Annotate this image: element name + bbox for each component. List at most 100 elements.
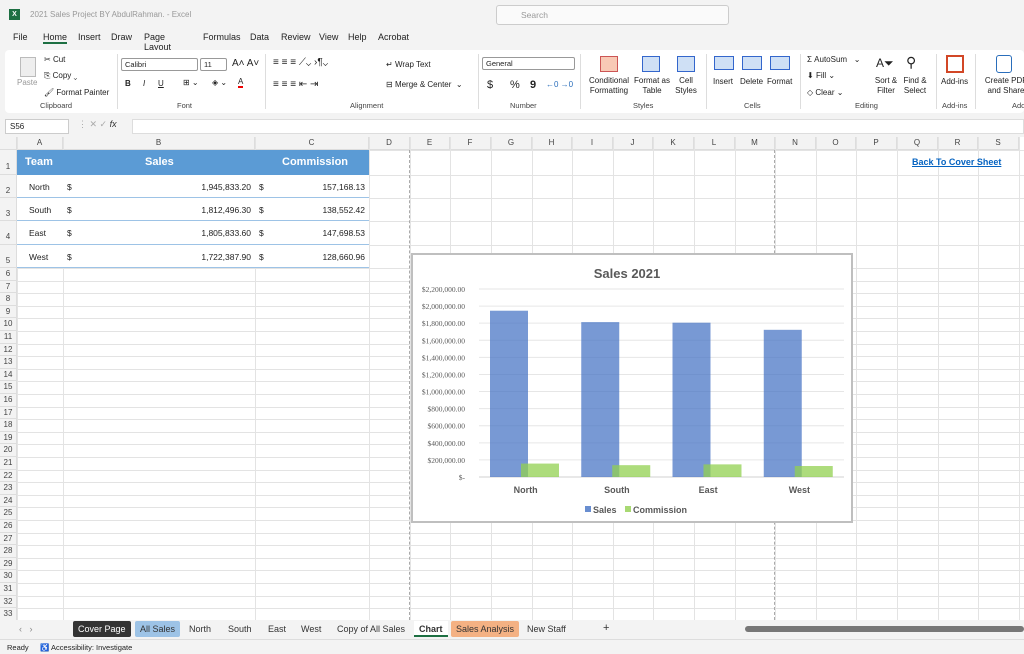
fill-button[interactable]: ⬇ Fill ⌄	[807, 71, 835, 80]
row-header-30[interactable]: 30	[0, 570, 17, 583]
column-header-M[interactable]: M	[735, 137, 775, 150]
sales-currency[interactable]: $	[67, 252, 72, 262]
row-header-12[interactable]: 12	[0, 343, 17, 357]
formula-input[interactable]	[132, 119, 1024, 134]
delete-button[interactable]: Delete	[740, 77, 763, 86]
row-header-22[interactable]: 22	[0, 469, 17, 483]
row-header-17[interactable]: 17	[0, 406, 17, 420]
horizontal-scrollbar[interactable]	[745, 626, 1024, 632]
column-header-I[interactable]: I	[572, 137, 613, 150]
column-header-Q[interactable]: Q	[897, 137, 938, 150]
autosum-button[interactable]: Σ AutoSum ⌄	[807, 55, 860, 64]
menu-home[interactable]: Home	[43, 32, 68, 44]
select-all-corner[interactable]	[0, 137, 17, 150]
add-sheet-button[interactable]: +	[598, 619, 614, 635]
sheet-tab-east[interactable]: East	[263, 621, 291, 637]
font-name-select[interactable]: Calibri	[121, 58, 198, 71]
wrap-text-button[interactable]: ↵ Wrap Text	[386, 60, 431, 69]
search-input[interactable]: Search	[496, 5, 729, 25]
row-header-26[interactable]: 26	[0, 520, 17, 533]
addins-button[interactable]: Add-ins	[941, 77, 968, 86]
row-header-24[interactable]: 24	[0, 494, 17, 508]
menu-review[interactable]: Review	[281, 32, 311, 42]
row-header-23[interactable]: 23	[0, 482, 17, 495]
sheet-tab-new-staff[interactable]: New Staff	[522, 621, 571, 637]
decimal-buttons[interactable]: ←0 →0	[546, 80, 573, 89]
sheet-tab-sales-analysis[interactable]: Sales Analysis	[451, 621, 520, 637]
commission-currency[interactable]: $	[259, 228, 264, 238]
menu-acrobat[interactable]: Acrobat	[378, 32, 409, 42]
column-header-P[interactable]: P	[856, 137, 897, 150]
column-header-E[interactable]: E	[410, 137, 450, 150]
cut-button[interactable]: ✂ Cut	[44, 55, 65, 64]
fx-icon[interactable]: fx	[110, 119, 117, 129]
row-header-25[interactable]: 25	[0, 507, 17, 520]
menu-file[interactable]: File	[13, 32, 28, 42]
sort-filter-button[interactable]: Sort & Filter	[872, 76, 900, 96]
row-header-6[interactable]: 6	[0, 268, 17, 281]
commission-currency[interactable]: $	[259, 182, 264, 192]
row-header-9[interactable]: 9	[0, 305, 17, 319]
sheet-tab-cover-page[interactable]: Cover Page	[73, 621, 131, 637]
column-header-D[interactable]: D	[369, 137, 410, 150]
row-header-10[interactable]: 10	[0, 318, 17, 331]
sales-cell[interactable]: 1,805,833.60	[201, 228, 251, 238]
percent-button[interactable]: %	[510, 79, 520, 91]
row-header-15[interactable]: 15	[0, 381, 17, 394]
back-to-cover-link[interactable]: Back To Cover Sheet	[912, 157, 1001, 167]
format-button[interactable]: Format	[767, 77, 792, 86]
sales-currency[interactable]: $	[67, 182, 72, 192]
row-header-2[interactable]: 2	[0, 175, 17, 198]
row-header-31[interactable]: 31	[0, 583, 17, 596]
currency-button[interactable]: $	[487, 79, 493, 91]
row-header-18[interactable]: 18	[0, 419, 17, 432]
row-header-16[interactable]: 16	[0, 394, 17, 407]
row-header-13[interactable]: 13	[0, 356, 17, 369]
menu-insert[interactable]: Insert	[78, 32, 101, 42]
column-header-K[interactable]: K	[653, 137, 694, 150]
menu-page-layout[interactable]: Page Layout	[144, 32, 171, 52]
format-painter-button[interactable]: 🖌 Format Painter	[44, 88, 109, 97]
row-header-33[interactable]: 33	[0, 608, 17, 620]
fill-color-icon[interactable]: ◈ ⌄	[212, 78, 227, 87]
row-header-20[interactable]: 20	[0, 444, 17, 457]
menu-draw[interactable]: Draw	[111, 32, 132, 42]
menu-help[interactable]: Help	[348, 32, 367, 42]
row-header-1[interactable]: 1	[0, 150, 17, 175]
row-header-7[interactable]: 7	[0, 280, 17, 294]
row-header-21[interactable]: 21	[0, 457, 17, 470]
sheet-tab-south[interactable]: South	[223, 621, 257, 637]
accessibility-status[interactable]: ♿ Accessibility: Investigate	[40, 643, 132, 652]
column-header-H[interactable]: H	[532, 137, 572, 150]
sheet-tab-all-sales[interactable]: All Sales	[135, 621, 181, 637]
column-header-B[interactable]: B	[63, 137, 255, 150]
commission-currency[interactable]: $	[259, 252, 264, 262]
sheet-tab-west[interactable]: West	[296, 621, 326, 637]
sheet-tab-chart[interactable]: Chart	[414, 621, 448, 637]
column-header-J[interactable]: J	[613, 137, 653, 150]
copy-button[interactable]: ⎘ Copy ⌄	[44, 71, 77, 81]
team-cell[interactable]: West	[29, 252, 48, 262]
row-header-5[interactable]: 5	[0, 245, 17, 268]
row-header-32[interactable]: 32	[0, 595, 17, 609]
align-left-icons[interactable]: ≡ ≡ ≡ ⇤ ⇥	[273, 79, 318, 90]
format-as-table-button[interactable]: Format as Table	[634, 76, 670, 96]
grow-font-button[interactable]: A˄ A˅	[232, 58, 259, 69]
italic-button[interactable]: I	[143, 79, 145, 88]
column-header-A[interactable]: A	[17, 137, 63, 150]
sales-cell[interactable]: 1,945,833.20	[201, 182, 251, 192]
row-header-29[interactable]: 29	[0, 557, 17, 571]
row-header-28[interactable]: 28	[0, 545, 17, 558]
row-header-19[interactable]: 19	[0, 431, 17, 445]
column-header-G[interactable]: G	[491, 137, 532, 150]
merge-center-button[interactable]: ⊟ Merge & Center ⌄	[386, 80, 463, 89]
row-header-14[interactable]: 14	[0, 368, 17, 382]
column-header-O[interactable]: O	[816, 137, 856, 150]
font-size-select[interactable]: 11	[200, 58, 227, 71]
row-header-27[interactable]: 27	[0, 532, 17, 546]
team-cell[interactable]: South	[29, 205, 51, 215]
comma-button[interactable]: 9	[530, 79, 536, 91]
commission-cell[interactable]: 157,168.13	[322, 182, 365, 192]
clear-button[interactable]: ◇ Clear ⌄	[807, 88, 843, 97]
worksheet-grid[interactable]: 33 32 31 30 29 28 27 26 25 24 23 22 21 20 19 18 17 16 15 14…	[0, 137, 1024, 620]
